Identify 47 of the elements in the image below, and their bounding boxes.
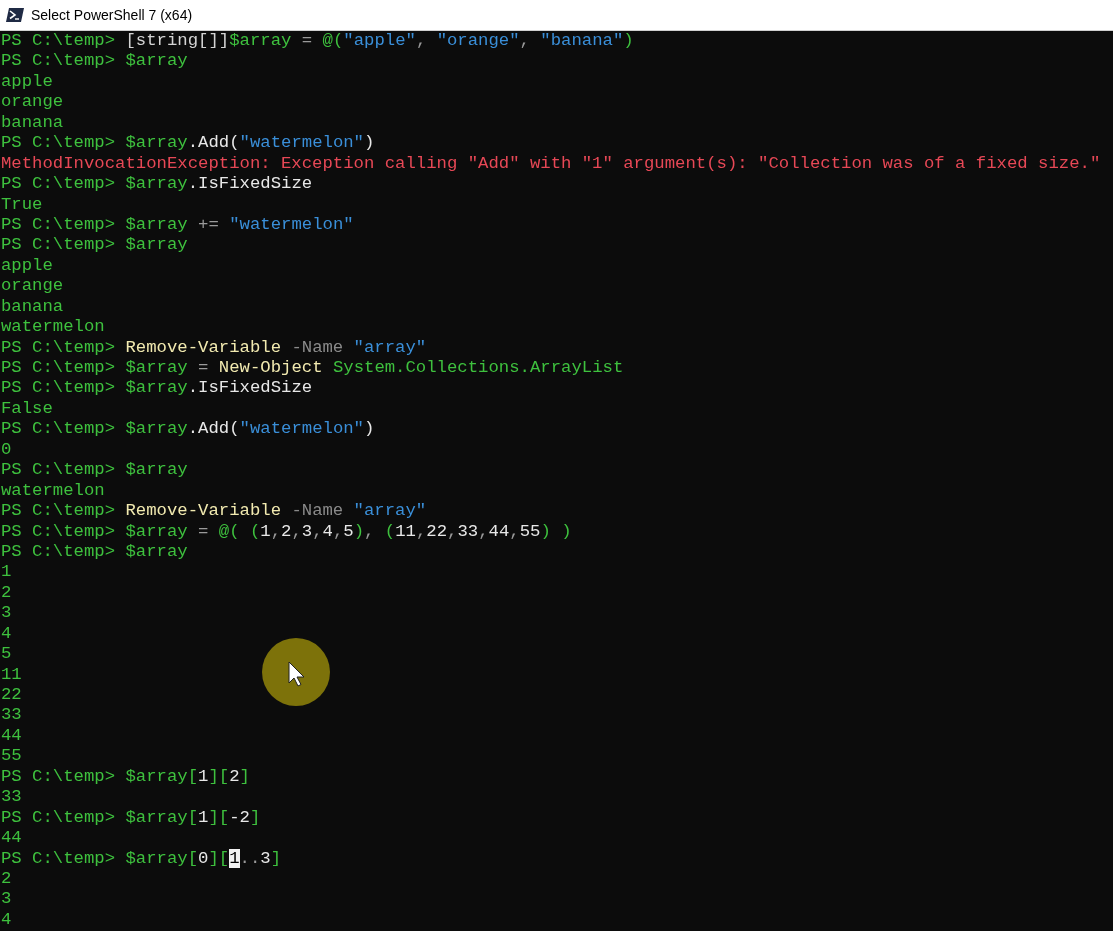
command-line: PS C:\temp> $array.IsFixedSize [1,378,313,399]
command-line: PS C:\temp> $array[1][-2] [1,807,261,829]
output-line: orange [1,276,64,297]
output-line: False [1,398,53,420]
output-line: watermelon [1,317,105,338]
command-line: PS C:\temp> [string[]]$array = @("apple", "orange", "banana") [1,31,634,52]
output-line: watermelon [1,480,105,502]
mouse-pointer-highlight-icon [262,638,330,706]
output-line: 33 [1,705,22,726]
output-line: banana [1,112,64,134]
command-line: PS C:\temp> $array = @( (1,2,3,4,5), (11,22,33,44,55) ) [1,521,572,542]
terminal-icon [6,8,24,22]
output-line: banana [1,296,64,318]
output-line: 22 [1,685,22,706]
command-line: PS C:\temp> $array [1,541,188,563]
command-line: PS C:\temp> $array.IsFixedSize [1,174,313,195]
output-line: 2 [1,582,12,604]
output-line: 1 [1,562,12,583]
output-line: apple [1,255,53,277]
output-line: apple [1,71,53,93]
output-line: 44 [1,725,22,747]
command-line: PS C:\temp> $array = New-Object System.Collections.ArrayList [1,358,624,379]
command-line: PS C:\temp> $array += "watermelon" [1,214,354,236]
output-line: 33 [1,787,22,808]
output-line: 55 [1,746,22,767]
output-line: 3 [1,603,12,624]
window-title: Select PowerShell 7 (x64) [31,5,193,25]
command-line: PS C:\temp> $array.Add("watermelon") [1,419,375,440]
command-line: PS C:\temp> $array.Add("watermelon") [1,133,375,154]
output-line: 2 [1,868,12,890]
error-message: MethodInvocationException: Exception calling "Add" with "1" argument(s): "Collection was of a fixed size." [1,153,1101,175]
command-line: PS C:\temp> Remove-Variable -Name "array" [1,501,427,522]
command-line: PS C:\temp> Remove-Variable -Name "array" [1,337,427,358]
output-line: 5 [1,644,12,665]
command-line: PS C:\temp> $array [1,51,188,72]
command-line: PS C:\temp> $array [1,235,188,256]
output-line: 11 [1,664,22,685]
output-line: True [1,194,43,215]
output-line: orange [1,92,64,113]
output-line: 4 [1,623,12,645]
command-line: PS C:\temp> $array[0][1..3] [1,848,282,869]
output-line: 0 [1,439,12,461]
command-line: PS C:\temp> $array[1][2] [1,766,250,788]
command-line: PS C:\temp> $array [1,460,188,481]
output-line: 4 [1,909,12,931]
output-line: 44 [1,828,22,849]
output-line: 3 [1,889,12,910]
